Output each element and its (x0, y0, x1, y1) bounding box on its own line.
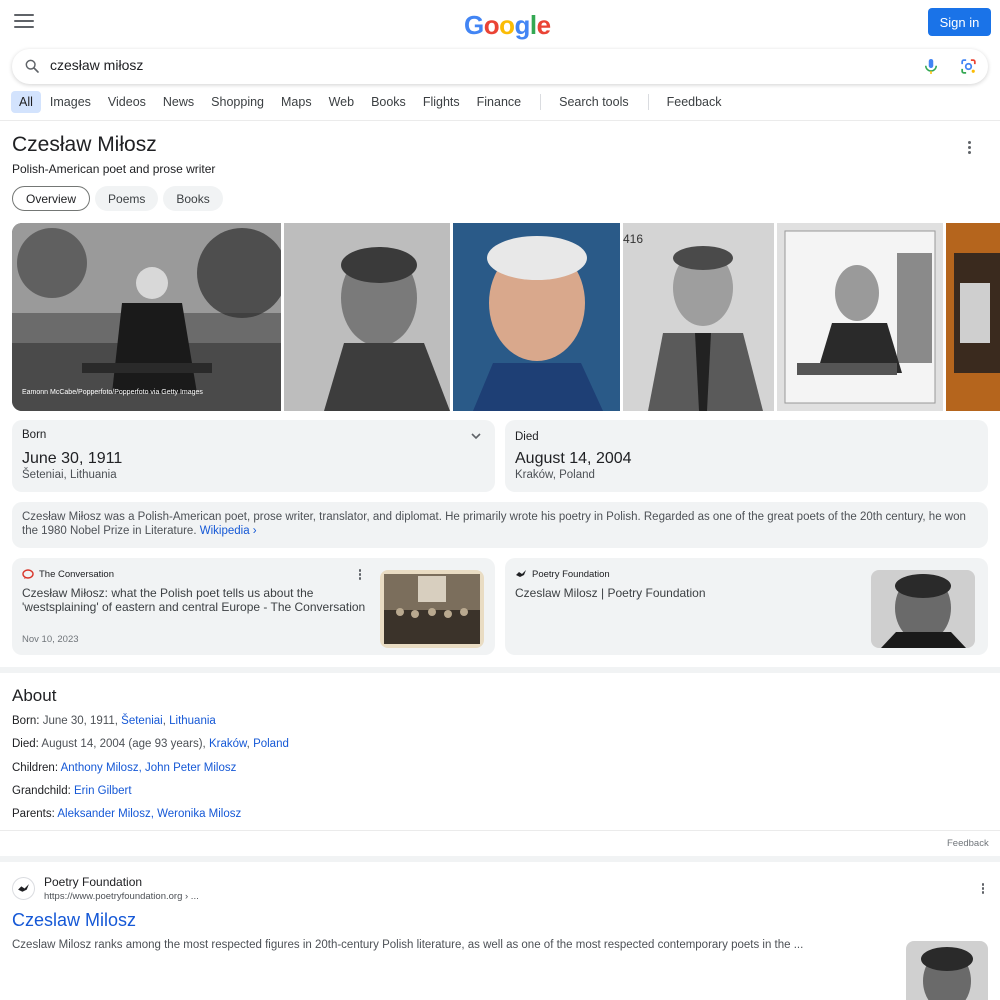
news-date: Nov 10, 2023 (22, 634, 79, 645)
image-credit: Eamonn McCabe/Popperfoto/Popperfoto via … (22, 389, 203, 396)
about-children-row: Children: Anthony Milosz, John Peter Mil… (12, 762, 237, 774)
header: Google Sign in (0, 0, 1000, 46)
chevron-down-icon[interactable] (470, 430, 482, 442)
news-title: Czesław Miłosz: what the Polish poet tel… (22, 586, 366, 614)
krakow-link[interactable]: Kraków (209, 738, 247, 750)
description-text: Czesław Miłosz was a Polish-American poe… (22, 511, 966, 537)
news-card[interactable]: Poetry Foundation Czeslaw Milosz | Poetr… (505, 558, 988, 655)
died-card[interactable]: Died August 14, 2004 Kraków, Poland (505, 420, 988, 492)
born-label: Born (22, 429, 47, 441)
description-card: Czesław Miłosz was a Polish-American poe… (12, 502, 988, 548)
tab-news[interactable]: News (155, 91, 202, 113)
parents-links[interactable]: Aleksander Milosz, Weronika Milosz (57, 808, 241, 820)
born-date: June 30, 1911 (22, 450, 123, 467)
about-divider (0, 830, 1000, 831)
result-url[interactable]: https://www.poetryfoundation.org › ... (44, 891, 199, 902)
news-title: Czeslaw Milosz | Poetry Foundation (515, 586, 706, 600)
died-label: Died (515, 431, 539, 443)
about-born-row: Born: June 30, 1911, Šeteniai, Lithuania (12, 715, 216, 727)
search-tools-button[interactable]: Search tools (551, 91, 636, 113)
tab-videos[interactable]: Videos (100, 91, 154, 113)
news-thumbnail (871, 570, 975, 648)
google-logo[interactable]: Google (464, 10, 551, 41)
feedback-link[interactable]: Feedback (659, 91, 730, 113)
search-tabs: All Images Videos News Shopping Maps Web… (11, 91, 731, 113)
image-tile[interactable] (946, 223, 1000, 411)
search-input[interactable] (50, 57, 870, 73)
tab-flights[interactable]: Flights (415, 91, 468, 113)
section-divider (0, 667, 1000, 673)
result-site-name[interactable]: Poetry Foundation (44, 875, 142, 889)
svg-text:416: 416 (623, 232, 643, 246)
tab-books[interactable]: Books (363, 91, 414, 113)
died-date: August 14, 2004 (515, 450, 632, 467)
microphone-icon[interactable] (922, 57, 940, 76)
site-favicon[interactable] (12, 877, 35, 900)
children-links[interactable]: Anthony Milosz, John Peter Milosz (61, 762, 237, 774)
seteniai-link[interactable]: Šeteniai (121, 715, 163, 727)
main-menu-icon[interactable] (14, 14, 34, 30)
about-died-row: Died: August 14, 2004 (age 93 years), Kr… (12, 738, 289, 750)
image-tile[interactable] (777, 223, 943, 411)
feedback-button[interactable]: Feedback (947, 838, 989, 849)
the-conversation-icon (22, 569, 34, 579)
lithuania-link[interactable]: Lithuania (169, 715, 216, 727)
wikipedia-link[interactable]: Wikipedia › (200, 525, 257, 537)
entity-title: Czesław Miłosz (12, 133, 157, 156)
search-icon[interactable] (24, 58, 40, 74)
news-source: Poetry Foundation (515, 568, 610, 580)
pegasus-icon (18, 884, 29, 892)
tab-images[interactable]: Images (42, 91, 99, 113)
poland-link[interactable]: Poland (253, 738, 289, 750)
about-parents-row: Parents: Aleksander Milosz, Weronika Mil… (12, 808, 242, 820)
chip-poems[interactable]: Poems (95, 186, 159, 211)
about-heading: About (12, 686, 57, 705)
section-divider (0, 856, 1000, 862)
result-snippet: Czeslaw Milosz ranks among the most resp… (12, 939, 804, 951)
tab-all[interactable]: All (11, 91, 41, 113)
entity-subtitle: Polish-American poet and prose writer (12, 162, 216, 176)
born-card[interactable]: Born June 30, 1911 Šeteniai, Lithuania (12, 420, 495, 492)
image-carousel: Eamonn McCabe/Popperfoto/Popperfoto via … (12, 223, 1000, 411)
image-tile[interactable]: Eamonn McCabe/Popperfoto/Popperfoto via … (12, 223, 281, 411)
tabs-divider (647, 94, 649, 110)
tab-maps[interactable]: Maps (273, 91, 320, 113)
more-options-icon[interactable] (963, 140, 975, 154)
entity-chips: Overview Poems Books (12, 186, 228, 211)
result-thumbnail[interactable] (906, 941, 988, 1000)
image-tile[interactable] (284, 223, 450, 411)
sign-in-button[interactable]: Sign in (928, 8, 991, 36)
image-tile[interactable] (453, 223, 620, 411)
tab-finance[interactable]: Finance (469, 91, 529, 113)
tabs-divider (540, 94, 542, 110)
news-source: The Conversation (22, 568, 114, 580)
chip-overview[interactable]: Overview (12, 186, 91, 211)
born-place: Šeteniai, Lithuania (22, 469, 117, 481)
more-options-icon[interactable] (978, 882, 988, 896)
tab-web[interactable]: Web (321, 91, 362, 113)
google-lens-icon[interactable] (959, 57, 978, 76)
image-tile[interactable]: 416 (623, 223, 774, 411)
chip-books[interactable]: Books (163, 186, 223, 211)
news-thumbnail (380, 570, 484, 648)
header-divider (0, 120, 1000, 121)
died-place: Kraków, Poland (515, 469, 595, 481)
result-title-link[interactable]: Czeslaw Milosz (12, 910, 136, 931)
tab-shopping[interactable]: Shopping (203, 91, 272, 113)
search-bar (12, 49, 988, 84)
more-options-icon[interactable] (355, 568, 365, 582)
grandchild-link[interactable]: Erin Gilbert (74, 785, 132, 797)
pegasus-icon (516, 570, 526, 577)
about-grandchild-row: Grandchild: Erin Gilbert (12, 785, 132, 797)
news-card[interactable]: The Conversation Czesław Miłosz: what th… (12, 558, 495, 655)
